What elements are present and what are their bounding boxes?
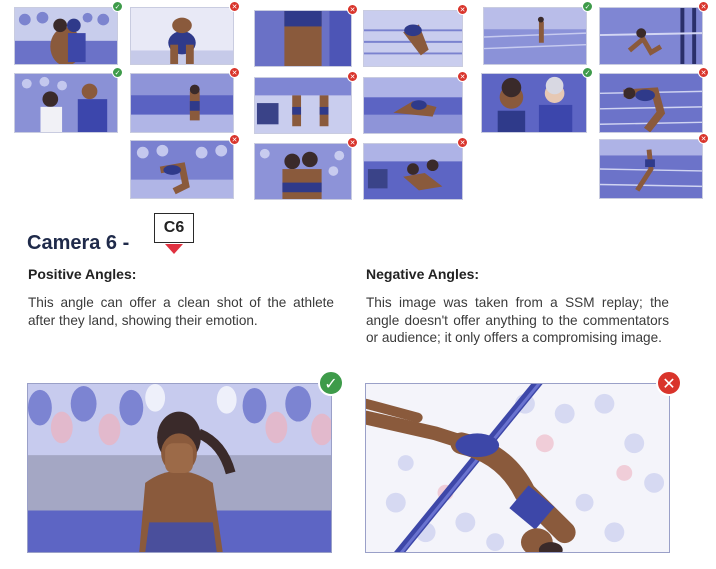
x-circle-icon: ✕: [347, 71, 358, 82]
camera-tag-pointer-icon: [165, 244, 183, 254]
thumbnail-9[interactable]: [254, 77, 352, 134]
x-circle-icon: ✕: [457, 4, 468, 15]
x-circle-icon: ✕: [698, 1, 709, 12]
thumbnail-16[interactable]: [599, 139, 703, 199]
x-circle-icon: ✕: [698, 133, 709, 144]
camera-title: Camera 6 -: [27, 232, 130, 254]
negative-text: This image was taken from a SSM replay; …: [366, 295, 669, 345]
positive-example-image[interactable]: [27, 383, 332, 553]
thumbnail-13[interactable]: [130, 140, 234, 199]
x-circle-icon: ✕: [698, 67, 709, 78]
positive-text: This angle can offer a clean shot of the…: [28, 295, 334, 328]
x-circle-icon: ✕: [229, 67, 240, 78]
positive-heading: Positive Angles:: [28, 266, 137, 282]
negative-example-image[interactable]: [365, 383, 670, 553]
thumbnail-8[interactable]: [130, 73, 234, 133]
thumbnail-15[interactable]: [363, 143, 463, 200]
camera-tag: C6: [154, 213, 194, 243]
x-circle-icon: ✕: [229, 134, 240, 145]
thumbnail-11[interactable]: [481, 73, 587, 133]
x-circle-icon: ✕: [229, 1, 240, 12]
check-circle-icon: ✓: [112, 1, 123, 12]
x-circle-icon: ✕: [457, 71, 468, 82]
thumbnail-10[interactable]: [363, 77, 463, 134]
thumbnail-4[interactable]: [363, 10, 463, 67]
thumbnail-3[interactable]: [254, 10, 352, 67]
thumbnail-14[interactable]: [254, 143, 352, 200]
check-circle-icon: ✓: [582, 67, 593, 78]
thumbnail-2[interactable]: [130, 7, 234, 65]
x-circle-icon: ✕: [656, 370, 682, 396]
x-circle-icon: ✕: [347, 137, 358, 148]
check-circle-icon: ✓: [318, 370, 344, 396]
thumbnail-12[interactable]: [599, 73, 703, 133]
thumbnail-1[interactable]: [14, 7, 118, 65]
thumbnail-6[interactable]: [599, 7, 703, 65]
negative-heading: Negative Angles:: [366, 266, 480, 282]
check-circle-icon: ✓: [582, 1, 593, 12]
check-circle-icon: ✓: [112, 67, 123, 78]
x-circle-icon: ✕: [347, 4, 358, 15]
thumbnail-5[interactable]: [483, 7, 587, 65]
thumbnail-7[interactable]: [14, 73, 118, 133]
x-circle-icon: ✕: [457, 137, 468, 148]
